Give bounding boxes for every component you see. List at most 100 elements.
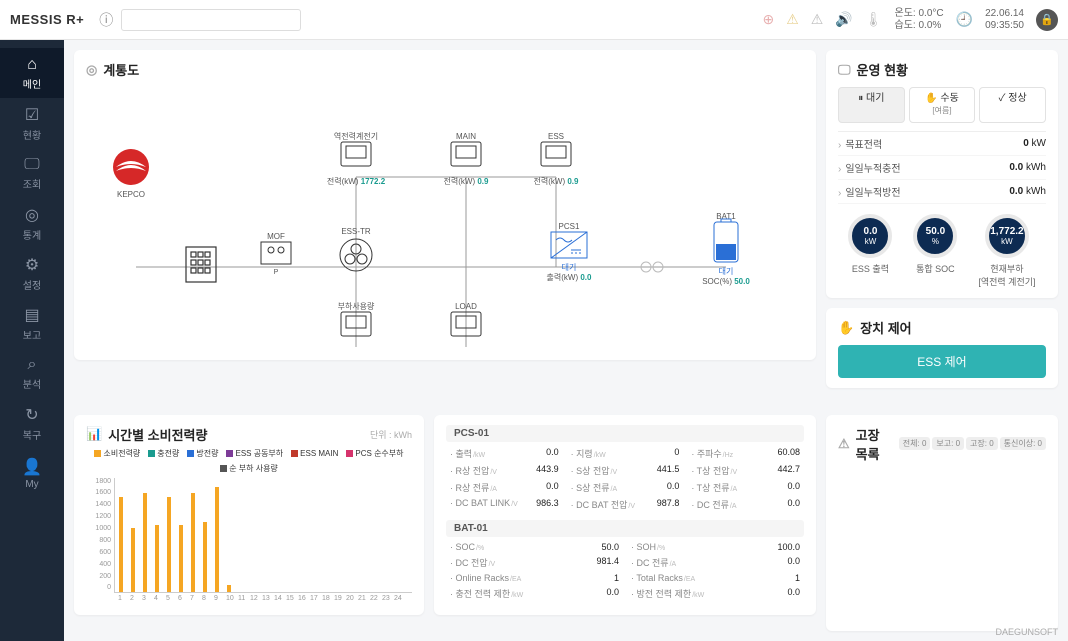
chart-area: 180016001400120010008006004002000 [114,478,412,593]
ess-control-button[interactable]: ESS 제어 [838,345,1046,378]
hourly-consumption-panel: 📊시간별 소비전력량 단위 : kWh 소비전력량충전량방전량ESS 공동부하E… [74,415,424,615]
temp-humidity-display: 온도: 0.0°C 습도: 0.0% [895,8,944,32]
bar-5 [167,497,171,592]
legend-item: PCS 순수부하 [346,448,403,459]
svg-text:BAT1: BAT1 [716,212,736,221]
op-row-0: 목표전력0 kW [838,132,1046,156]
sidebar-icon: ↻ [25,405,38,425]
sidebar-item-label: 설정 [23,277,41,292]
table-cell: S상 전압/V441.5 [571,463,680,478]
table-cell: S상 전류/A0.0 [571,480,680,495]
table-cell: DC 전류/A0.0 [631,555,800,570]
app-logo: MESSIS R+ [10,12,84,27]
svg-text:MOF: MOF [267,232,285,241]
fault-badge: 전체: 0 [899,437,931,450]
status-tables-panel: PCS-01 출력/kW0.0지령/kW0주파수/Hz60.08R상 전압/V4… [434,415,816,615]
right-column-top: 🖵운영 현황 ⏸ 대기✋ 수동[여름]✓ 정상 목표전력0 kW일일누적충전0.… [826,50,1058,405]
device-control-panel: ✋장치 제어 ESS 제어 [826,308,1058,388]
op-row-2: 일일누적방전0.0 kWh [838,180,1046,204]
lock-icon[interactable]: 🔒 [1036,9,1058,31]
svg-text:전력(kW) 1.7: 전력(kW) 1.7 [444,346,490,347]
thermometer-icon: 🌡 [865,11,883,28]
sidebar-item-0[interactable]: ⌂메인 [0,48,64,98]
svg-text:부하사용량: 부하사용량 [338,301,375,311]
sidebar-item-4[interactable]: ⚙ 설정 [0,248,64,298]
sidebar-icon: ⌂ [27,56,37,74]
sidebar-item-3[interactable]: ◎통계 [0,198,64,248]
sidebar-item-8[interactable]: 👤My [0,448,64,498]
svg-text:P: P [274,269,279,276]
pcs-table: PCS-01 출력/kW0.0지령/kW0주파수/Hz60.08R상 전압/V4… [446,425,804,512]
chart-unit-label: 단위 : kWh [370,428,412,441]
sidebar-item-label: 분석 [23,376,41,391]
table-cell: R상 전류/A0.0 [450,480,559,495]
info-icon[interactable]: ⓘ [99,10,113,30]
table-cell: DC BAT LINK/V986.3 [450,497,559,512]
search-input[interactable] [121,9,301,31]
svg-text:ESS-TR: ESS-TR [341,227,371,236]
legend-item: 충전량 [148,448,179,459]
svg-text:PCS1: PCS1 [559,222,580,231]
sidebar-item-6[interactable]: ⌕분석 [0,348,64,398]
table-cell: R상 전압/V443.9 [450,463,559,478]
op-pill-0[interactable]: ⏸ 대기 [838,87,905,123]
operation-status-panel: 🖵운영 현황 ⏸ 대기✋ 수동[여름]✓ 정상 목표전력0 kW일일누적충전0.… [826,50,1058,298]
table-cell: 출력/kW0.0 [450,446,559,461]
sidebar-item-2[interactable]: 🖵조회 [0,148,64,198]
legend-item: 방전량 [187,448,218,459]
bat-table: BAT-01 SOC/%50.0SOH/%100.0DC 전압/V981.4DC… [446,520,804,601]
op-row-1: 일일누적충전0.0 kWh [838,156,1046,180]
gauge-2: 1,772.2kW현재부하 [역전력 계전기] [978,214,1035,288]
sidebar-item-label: 통계 [23,227,41,242]
sidebar-item-7[interactable]: ↻ 복구 [0,398,64,448]
table-cell: DC BAT 전압/V987.8 [571,497,680,512]
svg-text:전력(kW) 25.2: 전력(kW) 25.2 [331,346,381,347]
svg-text:ESS: ESS [548,132,564,141]
table-cell: T상 전압/V442.7 [691,463,800,478]
sidebar-item-1[interactable]: ☑ 현황 [0,98,64,148]
sidebar-item-label: 보고 [23,327,41,342]
clock-icon: 🕘 [956,11,973,28]
sidebar-icon: ☑ [25,105,39,125]
legend-item: ESS MAIN [291,448,338,459]
op-pill-2[interactable]: ✓ 정상 [979,87,1046,123]
table-cell: DC 전류/A0.0 [691,497,800,512]
fault-badge: 보고: 0 [932,437,964,450]
bar-4 [155,525,159,592]
datetime-display: 22.06.14 09:35:50 [985,8,1024,32]
table-cell: SOH/%100.0 [631,541,800,553]
table-cell: 지령/kW0 [571,446,680,461]
warning2-icon[interactable]: ⚠ [811,11,824,28]
sidebar-icon: ▤ [24,305,39,325]
table-cell: Online Racks/EA1 [450,572,619,584]
bar-3 [143,493,147,591]
svg-text:LOAD: LOAD [455,302,477,311]
bar-1 [119,497,123,592]
bar-7 [191,493,195,591]
table-cell: 주파수/Hz60.08 [691,446,800,461]
op-pill-1[interactable]: ✋ 수동[여름] [909,87,976,123]
sidebar-item-5[interactable]: ▤ 보고 [0,298,64,348]
table-cell: DC 전압/V981.4 [450,555,619,570]
svg-text:전력(kW) 0.9: 전력(kW) 0.9 [444,176,490,186]
sidebar-item-label: 복구 [23,427,41,442]
legend-item: 소비전력량 [94,448,140,459]
svg-text:MAIN: MAIN [456,132,476,141]
sidebar-icon: ⚙ [25,255,39,275]
svg-text:출력(kW) 0.0: 출력(kW) 0.0 [547,272,593,282]
bottom-left-area: 📊시간별 소비전력량 단위 : kWh 소비전력량충전량방전량ESS 공동부하E… [74,415,816,632]
globe-icon[interactable]: ⊕ [762,11,774,28]
sound-icon[interactable]: 🔊 [835,11,852,28]
bar-9 [215,487,219,592]
warning-icon[interactable]: ⚠ [786,11,799,28]
svg-text:SOC(%) 50.0: SOC(%) 50.0 [702,277,750,286]
table-cell: SOC/%50.0 [450,541,619,553]
sidebar-item-label: 현황 [23,127,41,142]
table-cell: T상 전류/A0.0 [691,480,800,495]
gauge-0: 0.0kWESS 출력 [848,214,892,288]
chart-icon: 📊 [86,426,102,442]
svg-text:전력(kW) 0.9: 전력(kW) 0.9 [534,176,580,186]
sidebar-icon: 🖵 [24,156,39,174]
sidebar-item-label: My [25,479,38,490]
hand-icon: ✋ [838,320,854,336]
